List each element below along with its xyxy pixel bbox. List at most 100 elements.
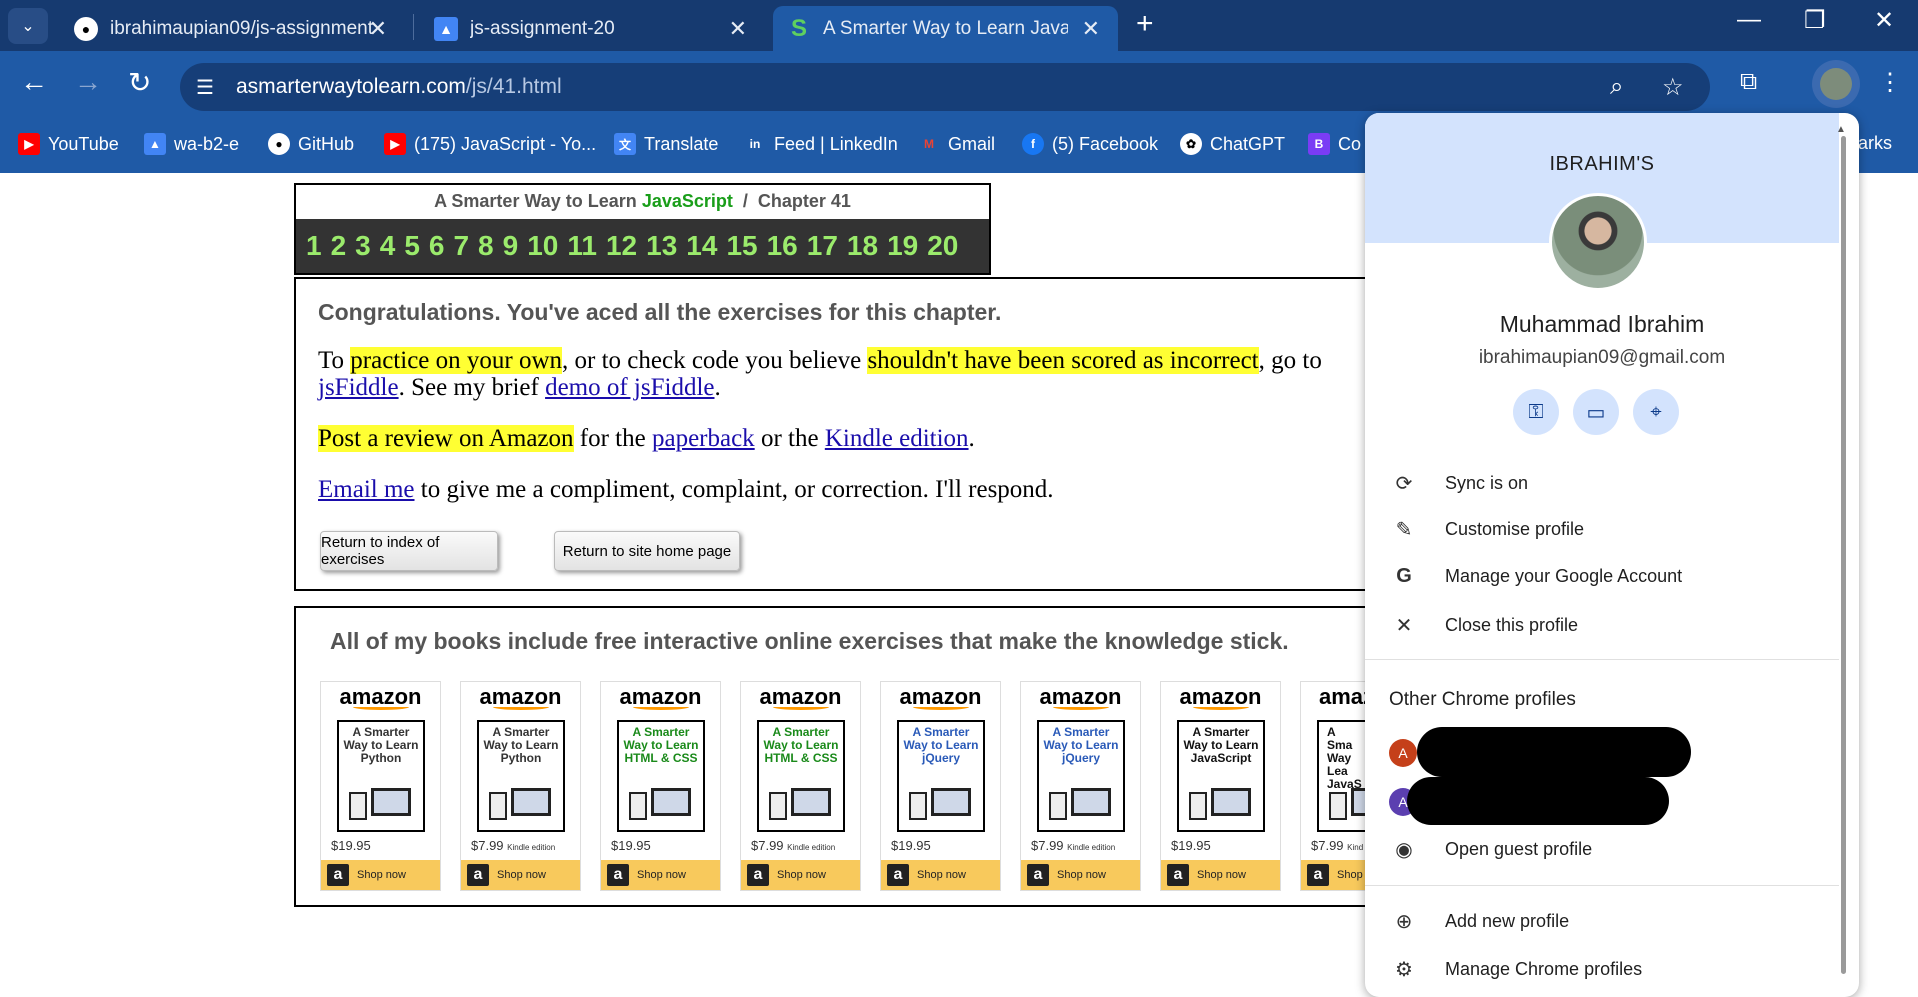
book-card[interactable]: amazon A Smarter Way to Learn HTML & CSS… [740, 681, 861, 891]
exercise-link[interactable]: 1 [306, 230, 322, 262]
exercise-link[interactable]: 6 [429, 230, 445, 262]
restore-button[interactable]: ❐ [1804, 6, 1826, 35]
bookmark-youtube-javascript[interactable]: ▶ (175) JavaScript - Yo... [384, 133, 596, 155]
demo-jsfiddle-link[interactable]: demo of jsFiddle [545, 374, 714, 401]
bookmark-facebook[interactable]: f (5) Facebook [1022, 133, 1158, 155]
shop-now-button[interactable]: a Shop now [461, 860, 580, 890]
addresses-button[interactable]: ⌖ [1633, 389, 1679, 435]
paragraph-practice: To practice on your own, or to check cod… [318, 347, 1322, 374]
bookmark-chatgpt[interactable]: ✿ ChatGPT [1180, 133, 1285, 155]
bookmark-youtube[interactable]: ▶ YouTube [18, 133, 119, 155]
exercise-link[interactable]: 18 [847, 230, 878, 262]
close-icon[interactable]: ✕ [729, 16, 747, 42]
exercise-link[interactable]: 13 [646, 230, 677, 262]
exercise-link[interactable]: 19 [887, 230, 918, 262]
site-info-icon[interactable]: ☰ [196, 75, 214, 100]
tab-title: js-assignment-20 [470, 17, 615, 39]
exercise-link[interactable]: 11 [567, 230, 597, 262]
sync-icon: ⟳ [1395, 473, 1413, 495]
bookmark-star-icon[interactable]: ☆ [1662, 73, 1684, 102]
bookmark-translate[interactable]: 文 Translate [614, 133, 718, 155]
manage-google-account-item[interactable]: G Manage your Google Account [1391, 565, 1682, 588]
back-button[interactable]: ← [20, 66, 48, 98]
book-card[interactable]: amazon A Smarter Way to Learn HTML & CSS… [600, 681, 721, 891]
sync-status-item[interactable]: ⟳ Sync is on [1391, 471, 1528, 496]
bookmark-wa-b2-e[interactable]: ▲ wa-b2-e [144, 133, 239, 155]
minimize-button[interactable]: — [1737, 6, 1761, 34]
zoom-icon[interactable]: ⌕ [1610, 73, 1623, 101]
manage-chrome-profiles-item[interactable]: ⚙ Manage Chrome profiles [1391, 957, 1642, 982]
payment-methods-button[interactable]: ▭ [1573, 389, 1619, 435]
classroom-icon: ▲ [144, 133, 166, 155]
tab-asmarterway[interactable]: S A Smarter Way to Learn JavaScr ✕ [773, 6, 1118, 51]
chatgpt-icon: ✿ [1180, 133, 1202, 155]
forward-button[interactable]: → [74, 66, 102, 98]
exercise-link[interactable]: 5 [404, 230, 420, 262]
open-guest-profile-item[interactable]: ◉ Open guest profile [1391, 837, 1592, 862]
exercise-link[interactable]: 8 [478, 230, 494, 262]
exercise-link[interactable]: 12 [606, 230, 637, 262]
exercise-link[interactable]: 16 [767, 230, 798, 262]
amazon-smile-icon [1053, 704, 1109, 710]
youtube-icon: ▶ [18, 133, 40, 155]
jsfiddle-link[interactable]: jsFiddle [318, 374, 399, 401]
exercise-link[interactable]: 17 [807, 230, 838, 262]
reload-button[interactable]: ↻ [128, 66, 151, 99]
book-price: $7.99 Kindle edition [471, 838, 556, 853]
book-card[interactable]: amazon A Smarter Way to Learn Python $19… [320, 681, 441, 891]
passwords-button[interactable]: ⚿ [1513, 389, 1559, 435]
exercise-link[interactable]: 4 [380, 230, 396, 262]
close-window-button[interactable]: ✕ [1874, 6, 1894, 35]
bookmark-linkedin[interactable]: in Feed | LinkedIn [744, 133, 898, 155]
exercise-link[interactable]: 14 [686, 230, 717, 262]
scroll-up-arrow[interactable]: ▲ [1836, 124, 1846, 135]
other-profile-avatar[interactable]: A [1389, 739, 1417, 767]
paperback-link[interactable]: paperback [652, 425, 755, 452]
exercise-link[interactable]: 7 [453, 230, 469, 262]
close-profile-item[interactable]: ✕ Close this profile [1391, 613, 1578, 638]
profile-avatar-button[interactable] [1812, 60, 1860, 108]
book-card[interactable]: amazon A Smarter Way to Learn Python $7.… [460, 681, 581, 891]
chrome-menu-icon[interactable]: ⋮ [1878, 68, 1902, 97]
book-card[interactable]: amazon A Smarter Way to Learn jQuery $19… [880, 681, 1001, 891]
exercise-link[interactable]: 3 [355, 230, 371, 262]
shop-now-button[interactable]: a Shop now [321, 860, 440, 890]
bookmark-all-bookmarks[interactable]: arks [1858, 133, 1892, 154]
add-new-profile-item[interactable]: ⊕ Add new profile [1391, 909, 1569, 934]
close-icon[interactable]: ✕ [1082, 16, 1100, 42]
exercise-link[interactable]: 15 [726, 230, 757, 262]
customise-profile-item[interactable]: ✎ Customise profile [1391, 517, 1584, 542]
tab-classroom[interactable]: ▲ js-assignment-20 ✕ [420, 6, 765, 51]
shop-now-button[interactable]: a Shop now [741, 860, 860, 890]
email-me-link[interactable]: Email me [318, 476, 415, 503]
exercise-link[interactable]: 2 [331, 230, 347, 262]
exercise-link[interactable]: 9 [503, 230, 519, 262]
tab-github[interactable]: ● ibrahimaupian09/js-assignment ✕ [60, 6, 405, 51]
profile-header-name: IBRAHIM'S [1549, 153, 1655, 175]
bookmark-gmail[interactable]: M Gmail [918, 133, 995, 155]
return-index-button[interactable]: Return to index of exercises [320, 531, 498, 571]
close-icon[interactable]: ✕ [369, 16, 387, 42]
new-tab-button[interactable]: + [1136, 7, 1154, 41]
return-home-button[interactable]: Return to site home page [554, 531, 740, 571]
book-cover: A Smarter Way to Learn jQuery [1037, 720, 1125, 832]
kindle-edition-link[interactable]: Kindle edition [825, 425, 969, 452]
shop-now-button[interactable]: a Shop now [881, 860, 1000, 890]
book-card[interactable]: amazon A Smarter Way to Learn JavaScript… [1160, 681, 1281, 891]
bookmark-github[interactable]: ● GitHub [268, 133, 354, 155]
exercise-link[interactable]: 10 [527, 230, 558, 262]
tab-search-button[interactable]: ⌄ [8, 8, 48, 44]
book-cover: A Smarter Way to Learn Python [477, 720, 565, 832]
url-text[interactable]: asmarterwaytolearn.com/js/41.html [236, 75, 562, 99]
exercise-link[interactable]: 20 [927, 230, 958, 262]
shop-now-button[interactable]: a Shop now [601, 860, 720, 890]
address-bar[interactable]: ☰ asmarterwaytolearn.com/js/41.html ⌕ ☆ [180, 63, 1710, 111]
shop-now-button[interactable]: a Shop now [1161, 860, 1280, 890]
amazon-a-icon: a [1027, 864, 1049, 886]
bookmark-co[interactable]: B Co [1308, 133, 1361, 155]
book-card[interactable]: amazon A Smarter Way to Learn jQuery $7.… [1020, 681, 1141, 891]
congrats-panel: Congratulations. You've aced all the exe… [294, 277, 1369, 591]
popup-scrollbar[interactable] [1841, 136, 1846, 974]
extensions-icon[interactable]: ⧉ [1740, 68, 1757, 96]
shop-now-button[interactable]: a Shop now [1021, 860, 1140, 890]
